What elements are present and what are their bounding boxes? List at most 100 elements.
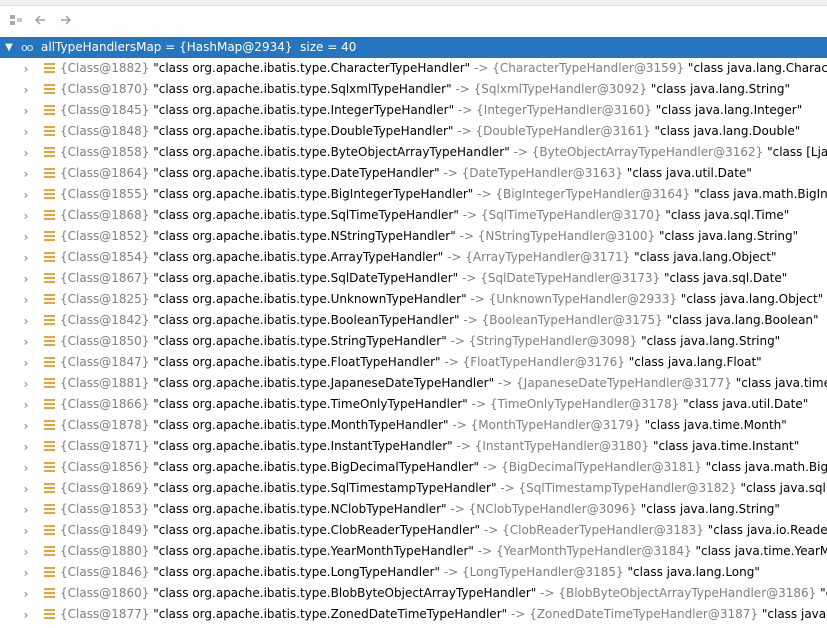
table-row[interactable]: › {Class@1825} "class org.apache.ibatis.t… [0,289,827,310]
table-row[interactable]: › {Class@1870} "class org.apache.ibatis.t… [0,79,827,100]
arrow-separator: -> [513,145,528,159]
table-row[interactable]: › {Class@1855} "class org.apache.ibatis.t… [0,184,827,205]
table-row[interactable]: › {Class@1842} "class org.apache.ibatis.t… [0,310,827,331]
value-ref: {IntegerTypeHandler@3160} [476,103,652,117]
chevron-right-icon[interactable]: › [21,478,31,499]
key-ref: {Class@1854} [60,250,150,264]
field-icon [44,294,55,305]
arrow-separator: -> [500,481,515,495]
entry-text: {Class@1853} "class org.apache.ibatis.ty… [60,499,780,520]
chevron-right-icon[interactable]: › [21,184,31,205]
field-icon [44,252,55,263]
value-ref: {SqlxmlTypeHandler@3092} [473,82,647,96]
key-value: "class org.apache.ibatis.type.NStringTyp… [153,229,456,243]
table-row[interactable]: › {Class@1881} "class org.apache.ibatis.t… [0,373,827,394]
key-value: "class org.apache.ibatis.type.NClobTypeH… [153,502,447,516]
key-ref: {Class@1856} [60,460,150,474]
tree-root-row[interactable]: ▼ oo allTypeHandlersMap = {HashMap@2934}… [0,37,827,58]
arrow-separator: -> [444,355,459,369]
chevron-right-icon[interactable]: › [21,394,31,415]
table-row[interactable]: › {Class@1858} "class org.apache.ibatis.t… [0,142,827,163]
restore-layout-icon[interactable] [6,10,26,30]
key-ref: {Class@1853} [60,502,150,516]
entry-text: {Class@1860} "class org.apache.ibatis.ty… [60,583,827,604]
chevron-right-icon[interactable]: › [21,373,31,394]
chevron-right-icon[interactable]: › [21,142,31,163]
chevron-right-icon[interactable]: › [21,163,31,184]
chevron-right-icon[interactable]: › [21,457,31,478]
table-row[interactable]: › {Class@1854} "class org.apache.ibatis.t… [0,247,827,268]
entry-text: {Class@1868} "class org.apache.ibatis.ty… [60,205,789,226]
chevron-right-icon[interactable]: › [21,205,31,226]
table-row[interactable]: › {Class@1845} "class org.apache.ibatis.t… [0,100,827,121]
chevron-right-icon[interactable]: › [21,268,31,289]
chevron-right-icon[interactable]: › [21,310,31,331]
chevron-right-icon[interactable]: › [21,604,31,625]
chevron-right-icon[interactable]: › [21,562,31,583]
table-row[interactable]: › {Class@1866} "class org.apache.ibatis.t… [0,394,827,415]
value-value: "class [Ljava.lang. [767,145,827,159]
chevron-right-icon[interactable]: › [21,499,31,520]
entry-text: {Class@1847} "class org.apache.ibatis.ty… [60,352,762,373]
key-value: "class org.apache.ibatis.type.CharacterT… [153,61,471,75]
value-value: "class java.time.Zo [761,607,827,621]
table-row[interactable]: › {Class@1846} "class org.apache.ibatis.t… [0,562,827,583]
table-row[interactable]: › {Class@1882} "class org.apache.ibatis.t… [0,58,827,79]
chevron-right-icon[interactable]: › [21,436,31,457]
value-ref: {FloatTypeHandler@3176} [462,355,625,369]
chevron-right-icon[interactable]: › [21,247,31,268]
chevron-right-icon[interactable]: › [21,415,31,436]
table-row[interactable]: › {Class@1853} "class org.apache.ibatis.t… [0,499,827,520]
table-row[interactable]: › {Class@1860} "class org.apache.ibatis.t… [0,583,827,604]
table-row[interactable]: › {Class@1880} "class org.apache.ibatis.t… [0,541,827,562]
chevron-right-icon[interactable]: › [21,520,31,541]
key-ref: {Class@1846} [60,565,150,579]
table-row[interactable]: › {Class@1868} "class org.apache.ibatis.t… [0,205,827,226]
table-row[interactable]: › {Class@1878} "class org.apache.ibatis.t… [0,415,827,436]
chevron-right-icon[interactable]: › [21,289,31,310]
key-ref: {Class@1871} [60,439,150,453]
arrow-separator: -> [457,124,472,138]
value-ref: {JapaneseDateTypeHandler@3177} [516,376,732,390]
entry-text: {Class@1870} "class org.apache.ibatis.ty… [60,79,790,100]
table-row[interactable]: › {Class@1864} "class org.apache.ibatis.t… [0,163,827,184]
key-value: "class org.apache.ibatis.type.SqlxmlType… [153,82,452,96]
value-value: "class java.time.Instant" [652,439,800,453]
back-arrow-icon[interactable] [30,10,50,30]
table-row[interactable]: › {Class@1852} "class org.apache.ibatis.t… [0,226,827,247]
entry-text: {Class@1864} "class org.apache.ibatis.ty… [60,163,752,184]
value-ref: {UnknownTypeHandler@2933} [488,292,678,306]
chevron-right-icon[interactable]: › [21,79,31,100]
field-icon [44,483,55,494]
chevron-right-icon[interactable]: › [21,352,31,373]
chevron-right-icon[interactable]: › [21,583,31,604]
chevron-right-icon[interactable]: › [21,331,31,352]
value-value: "class java.lang.String" [640,502,780,516]
entry-text: {Class@1850} "class org.apache.ibatis.ty… [60,331,780,352]
value-value: "class java.lang.Character" [687,61,827,75]
chevron-right-icon[interactable]: › [21,121,31,142]
table-row[interactable]: › {Class@1856} "class org.apache.ibatis.t… [0,457,827,478]
key-value: "class org.apache.ibatis.type.DateTypeHa… [153,166,440,180]
table-row[interactable]: › {Class@1877} "class org.apache.ibatis.t… [0,604,827,625]
chevron-right-icon[interactable]: › [21,226,31,247]
chevron-right-icon[interactable]: › [21,541,31,562]
table-row[interactable]: › {Class@1848} "class org.apache.ibatis.t… [0,121,827,142]
key-ref: {Class@1878} [60,418,150,432]
key-ref: {Class@1870} [60,82,150,96]
table-row[interactable]: › {Class@1871} "class org.apache.ibatis.t… [0,436,827,457]
expand-arrow-down-icon[interactable]: ▼ [3,37,15,58]
chevron-right-icon[interactable]: › [21,58,31,79]
field-icon [44,189,55,200]
table-row[interactable]: › {Class@1869} "class org.apache.ibatis.t… [0,478,827,499]
field-icon [44,147,55,158]
forward-arrow-icon[interactable] [56,10,76,30]
table-row[interactable]: › {Class@1867} "class org.apache.ibatis.t… [0,268,827,289]
table-row[interactable]: › {Class@1847} "class org.apache.ibatis.t… [0,352,827,373]
entry-text: {Class@1848} "class org.apache.ibatis.ty… [60,121,800,142]
table-row[interactable]: › {Class@1850} "class org.apache.ibatis.t… [0,331,827,352]
table-row[interactable]: › {Class@1849} "class org.apache.ibatis.t… [0,520,827,541]
key-ref: {Class@1869} [60,481,150,495]
value-value: "class java.util.Date" [626,166,752,180]
chevron-right-icon[interactable]: › [21,100,31,121]
